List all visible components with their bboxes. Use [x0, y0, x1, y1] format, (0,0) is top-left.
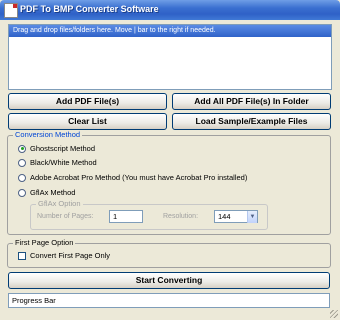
app-window: PDF To BMP Converter Software Drag and d… — [0, 0, 340, 320]
gflax-option-group: GflAx Option Number of Pages: 1 Resoluti… — [30, 199, 268, 230]
radio-ghostscript[interactable] — [18, 144, 26, 153]
black-white-method-option[interactable]: Black/White Method — [18, 157, 97, 168]
convert-first-page-option[interactable]: Convert First Page Only — [18, 250, 110, 261]
black-white-method-label: Black/White Method — [30, 158, 97, 167]
resolution-label: Resolution: — [163, 213, 199, 220]
add-all-in-folder-button[interactable]: Add All PDF File(s) In Folder — [172, 93, 331, 110]
start-converting-button[interactable]: Start Converting — [8, 272, 330, 289]
chevron-down-icon[interactable]: ▼ — [247, 211, 257, 223]
drop-hint-header[interactable]: Drag and drop files/folders here. Move |… — [9, 25, 331, 37]
adobe-acrobat-method-option[interactable]: Adobe Acrobat Pro Method (You must have … — [18, 172, 247, 183]
progress-bar: Progress Bar — [8, 293, 330, 308]
gflax-method-label: GflAx Method — [30, 188, 76, 197]
convert-first-page-checkbox[interactable] — [18, 251, 26, 260]
convert-first-page-label: Convert First Page Only — [30, 251, 111, 260]
radio-adobe-acrobat[interactable] — [18, 173, 26, 182]
pdf-app-icon — [4, 3, 18, 18]
title-bar[interactable]: PDF To BMP Converter Software — [0, 0, 340, 20]
adobe-acrobat-method-label: Adobe Acrobat Pro Method (You must have … — [30, 173, 248, 182]
number-of-pages-label: Number of Pages: — [37, 213, 94, 220]
file-drop-list[interactable]: Drag and drop files/folders here. Move |… — [8, 24, 332, 90]
radio-gflax[interactable] — [18, 188, 26, 197]
first-page-option-title: First Page Option — [13, 238, 76, 248]
add-pdf-files-button[interactable]: Add PDF File(s) — [8, 93, 167, 110]
resize-grip-icon[interactable] — [330, 310, 338, 318]
resolution-value: 144 — [218, 212, 231, 221]
radio-black-white[interactable] — [18, 158, 26, 167]
ghostscript-method-label: Ghostscript Method — [30, 144, 96, 153]
number-of-pages-input[interactable]: 1 — [109, 210, 143, 223]
resolution-select[interactable]: 144 ▼ — [214, 210, 258, 223]
ghostscript-method-option[interactable]: Ghostscript Method — [18, 143, 95, 154]
clear-list-button[interactable]: Clear List — [8, 113, 167, 130]
gflax-option-title: GflAx Option — [36, 199, 83, 209]
load-sample-files-button[interactable]: Load Sample/Example Files — [172, 113, 331, 130]
first-page-option-group: First Page Option Convert First Page Onl… — [7, 238, 331, 268]
conversion-method-title: Conversion Method — [13, 130, 83, 140]
conversion-method-group: Conversion Method Ghostscript Method Bla… — [7, 130, 331, 235]
window-title: PDF To BMP Converter Software — [20, 4, 159, 14]
gflax-method-option[interactable]: GflAx Method — [18, 187, 75, 198]
